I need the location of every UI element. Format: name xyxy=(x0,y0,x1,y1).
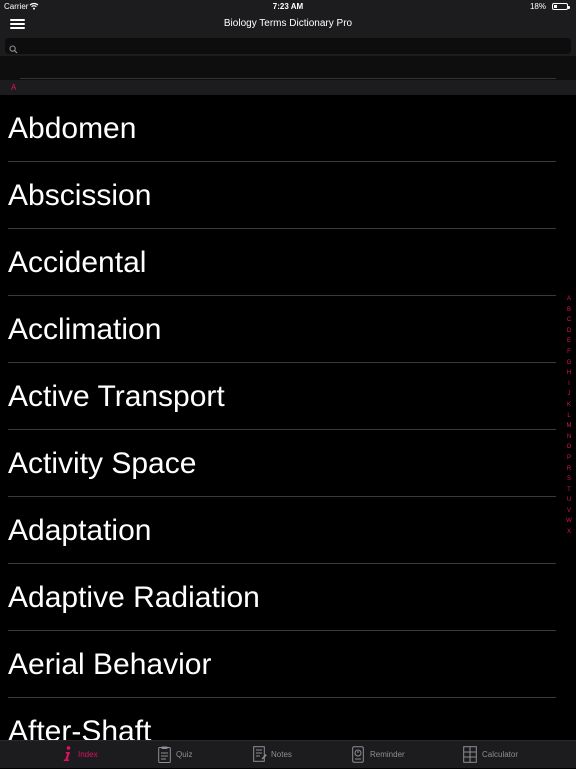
tab-label: Quiz xyxy=(176,750,193,759)
index-letter[interactable]: I xyxy=(564,379,574,390)
tab-label: Calculator xyxy=(482,750,519,759)
terms-list[interactable]: Abdomen Abscission Accidental Acclimatio… xyxy=(0,95,576,740)
term-label: Abscission xyxy=(8,179,152,212)
list-item[interactable]: After-Shaft xyxy=(0,698,576,740)
list-item[interactable]: Activity Space xyxy=(0,430,576,497)
search-bar xyxy=(0,36,576,56)
term-label: Accidental xyxy=(8,246,147,279)
index-letter[interactable]: M xyxy=(564,421,574,432)
index-letter[interactable]: R xyxy=(564,464,574,475)
tab-reminder[interactable]: Reminder xyxy=(352,741,412,769)
info-icon xyxy=(62,746,72,767)
list-item[interactable]: Abdomen xyxy=(0,95,576,162)
index-letter[interactable]: W xyxy=(564,516,574,527)
index-letter[interactable]: N xyxy=(564,432,574,443)
index-letter[interactable]: U xyxy=(564,495,574,506)
index-letter[interactable]: B xyxy=(564,305,574,316)
index-letter[interactable]: O xyxy=(564,442,574,453)
index-letter[interactable]: V xyxy=(564,506,574,517)
alphabet-index[interactable]: ABCDEFGHIJKLMNOPRSTUVWX xyxy=(564,294,574,538)
list-item[interactable]: Accidental xyxy=(0,229,576,296)
index-letter[interactable]: F xyxy=(564,347,574,358)
term-label: Activity Space xyxy=(8,447,197,480)
tab-notes[interactable]: Notes xyxy=(253,741,303,769)
notes-icon xyxy=(253,746,267,767)
index-letter[interactable]: X xyxy=(564,527,574,538)
list-item[interactable]: Adaptive Radiation xyxy=(0,564,576,631)
tab-quiz[interactable]: Quiz xyxy=(158,741,208,769)
list-item[interactable]: Adaptation xyxy=(0,497,576,564)
tab-label: Reminder xyxy=(370,750,405,759)
index-letter[interactable]: D xyxy=(564,326,574,337)
index-letter[interactable]: A xyxy=(564,294,574,305)
section-header-label: A xyxy=(11,83,17,92)
index-letter[interactable]: K xyxy=(564,400,574,411)
term-label: After-Shaft xyxy=(8,715,152,740)
search-input[interactable] xyxy=(21,38,561,54)
index-letter[interactable]: H xyxy=(564,368,574,379)
tab-calculator[interactable]: Calculator xyxy=(463,741,533,769)
term-label: Abdomen xyxy=(8,112,137,145)
term-label: Aerial Behavior xyxy=(8,648,212,681)
list-item[interactable]: Abscission xyxy=(0,162,576,229)
index-letter[interactable]: P xyxy=(564,453,574,464)
battery-percent: 18% xyxy=(529,2,546,11)
quiz-icon xyxy=(158,746,171,768)
tab-bar: Index Quiz Notes Reminder Calculator xyxy=(0,740,576,768)
calculator-icon xyxy=(463,746,477,768)
reminder-icon xyxy=(352,746,364,768)
tab-label: Notes xyxy=(271,750,292,759)
list-item[interactable]: Acclimation xyxy=(0,296,576,363)
index-letter[interactable]: C xyxy=(564,315,574,326)
tab-index[interactable]: Index xyxy=(62,741,112,769)
index-letter[interactable]: J xyxy=(564,389,574,400)
index-letter[interactable]: E xyxy=(564,336,574,347)
term-label: Active Transport xyxy=(8,380,225,413)
index-letter[interactable]: L xyxy=(564,411,574,422)
list-item[interactable]: Aerial Behavior xyxy=(0,631,576,698)
index-letter[interactable]: G xyxy=(564,358,574,369)
tab-label: Index xyxy=(78,750,98,759)
search-field[interactable] xyxy=(5,38,571,54)
status-bar: Carrier 7:23 AM 18% xyxy=(0,0,576,14)
term-label: Adaptation xyxy=(8,514,152,547)
section-header: A xyxy=(0,80,576,95)
page-title: Biology Terms Dictionary Pro xyxy=(223,18,353,29)
index-letter[interactable]: S xyxy=(564,474,574,485)
spacer xyxy=(0,56,576,80)
term-label: Adaptive Radiation xyxy=(8,581,260,614)
clock: 7:23 AM xyxy=(272,2,304,11)
battery-icon xyxy=(552,3,570,10)
term-label: Acclimation xyxy=(8,313,162,346)
navigation-bar: Biology Terms Dictionary Pro xyxy=(0,14,576,36)
index-letter[interactable]: T xyxy=(564,485,574,496)
list-item[interactable]: Active Transport xyxy=(0,363,576,430)
